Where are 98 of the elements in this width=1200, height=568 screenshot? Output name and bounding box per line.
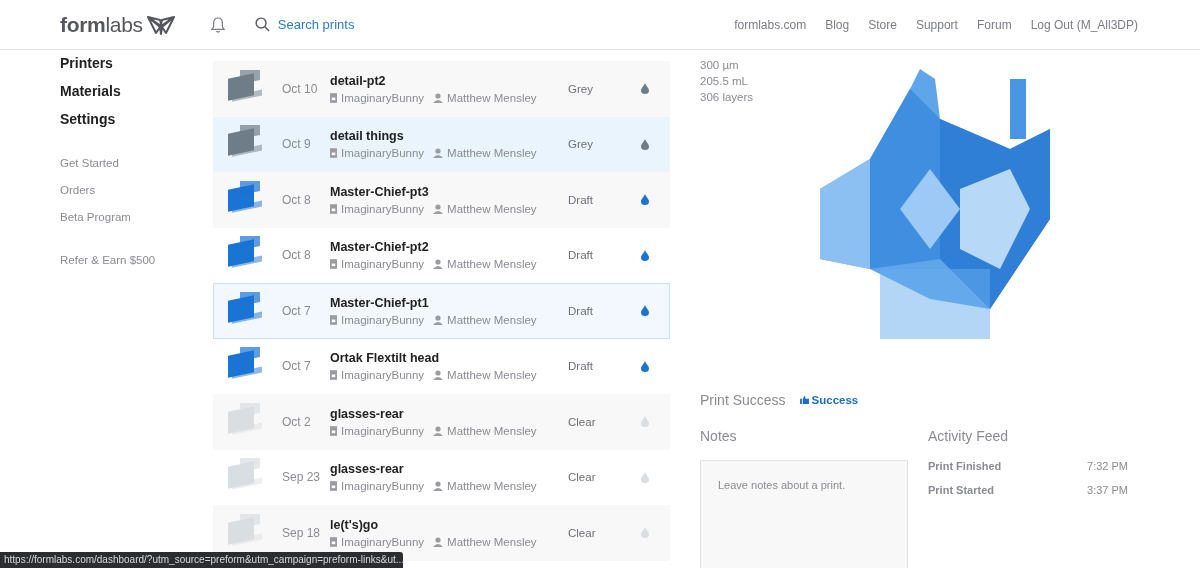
- print-name: le(t's)go: [330, 517, 380, 532]
- nav-link[interactable]: Blog: [825, 17, 850, 32]
- nav-link[interactable]: Log Out (M_All3DP): [1030, 17, 1138, 32]
- butterfly-logo-icon: [146, 14, 175, 35]
- user-name: Matthew Mensley: [447, 202, 537, 215]
- user-name: Matthew Mensley: [447, 424, 537, 437]
- printer-name: ImaginaryBunny: [341, 147, 425, 160]
- print-stat: 300 µm: [700, 58, 740, 73]
- print-name: Master-Chief-pt3: [330, 184, 430, 199]
- sidebar-link[interactable]: Materials: [60, 82, 121, 100]
- print-row[interactable]: Oct 7 Master-Chief-pt1 ImaginaryBunny Matthew Mensley Draft: [213, 283, 670, 339]
- person-icon: [433, 259, 444, 270]
- print-row[interactable]: Oct 8 Master-Chief-pt3 ImaginaryBunny Matthew Mensley Draft: [213, 172, 670, 228]
- notes-field[interactable]: Leave notes about a print.: [700, 460, 908, 568]
- logo-wordmark[interactable]: formlabs: [60, 12, 143, 37]
- print-date: Oct 2: [282, 414, 312, 429]
- printer-name: ImaginaryBunny: [341, 369, 425, 382]
- resin-name: Grey: [568, 82, 594, 95]
- printer-icon: [330, 203, 337, 214]
- nav-link[interactable]: Forum: [976, 17, 1012, 32]
- print-row[interactable]: Oct 10 detail-pt2 ImaginaryBunny Matthew Mensley Grey: [213, 61, 670, 117]
- resin-name: Draft: [568, 304, 594, 317]
- print-date: Oct 10: [282, 81, 319, 96]
- printer-icon: [330, 259, 337, 270]
- person-icon: [433, 425, 444, 436]
- notes-title: Notes: [700, 428, 738, 444]
- print-name: Ortak Flextilt head: [330, 351, 441, 366]
- person-icon: [433, 314, 444, 325]
- print-name: detail-pt2: [330, 73, 387, 88]
- printer-name: ImaginaryBunny: [341, 480, 425, 493]
- nav-link[interactable]: Store: [868, 17, 897, 32]
- printer-name: ImaginaryBunny: [341, 424, 425, 437]
- resin-name: Draft: [568, 360, 594, 373]
- sidebar-link[interactable]: Settings: [60, 110, 116, 128]
- person-icon: [433, 148, 444, 159]
- printer-name: ImaginaryBunny: [341, 258, 425, 271]
- user-name: Matthew Mensley: [447, 535, 537, 548]
- resin-name: Clear: [568, 471, 597, 484]
- sidebar-link[interactable]: Orders: [60, 183, 96, 198]
- sidebar-link[interactable]: Printers: [60, 54, 113, 72]
- printer-name: ImaginaryBunny: [341, 202, 425, 215]
- printer-icon: [330, 370, 337, 381]
- printer-icon: [330, 92, 337, 103]
- success-tag[interactable]: Success: [799, 394, 859, 406]
- sidebar-link[interactable]: Get Started: [60, 156, 119, 171]
- person-icon: [433, 481, 444, 492]
- printer-icon: [330, 314, 337, 325]
- print-name: Master-Chief-pt1: [330, 295, 430, 310]
- print-date: Oct 7: [282, 303, 312, 318]
- user-name: Matthew Mensley: [447, 91, 537, 104]
- user-name: Matthew Mensley: [447, 313, 537, 326]
- resin-name: Draft: [568, 193, 594, 206]
- person-icon: [433, 203, 444, 214]
- referral-link[interactable]: Refer & Earn $500: [60, 253, 156, 268]
- resin-name: Draft: [568, 249, 594, 262]
- print-name: glasses-rear: [330, 406, 405, 421]
- nav-link[interactable]: Support: [915, 17, 958, 32]
- thumbs-up-icon: [799, 396, 809, 404]
- activity-event: Print Finished: [928, 460, 1002, 474]
- print-date: Oct 7: [282, 359, 312, 374]
- person-icon: [433, 536, 444, 547]
- nav-link[interactable]: formlabs.com: [734, 17, 807, 32]
- print-row[interactable]: Oct 9 detail things ImaginaryBunny Matthew Mensley Grey: [213, 116, 670, 172]
- sidebar-link[interactable]: Beta Program: [60, 210, 131, 225]
- printer-icon: [330, 481, 337, 492]
- printer-name: ImaginaryBunny: [341, 91, 425, 104]
- print-stat: 205.5 mL: [700, 74, 749, 89]
- user-name: Matthew Mensley: [447, 480, 537, 493]
- printer-icon: [330, 536, 337, 547]
- print-date: Oct 9: [282, 137, 312, 152]
- activity-title: Activity Feed: [928, 428, 1010, 444]
- activity-event: Print Started: [928, 484, 994, 498]
- print-date: Sep 18: [282, 525, 322, 540]
- print-name: glasses-rear: [330, 462, 405, 477]
- print-name: Master-Chief-pt2: [330, 240, 430, 255]
- user-name: Matthew Mensley: [447, 369, 537, 382]
- user-name: Matthew Mensley: [447, 147, 537, 160]
- user-name: Matthew Mensley: [447, 258, 537, 271]
- resin-name: Clear: [568, 415, 597, 428]
- print-stat: 306 layers: [700, 90, 755, 105]
- print-date: Oct 8: [282, 192, 312, 207]
- person-icon: [433, 92, 444, 103]
- person-icon: [433, 370, 444, 381]
- result-label: Print Success: [700, 392, 786, 408]
- printer-name: ImaginaryBunny: [341, 535, 425, 548]
- resin-name: Clear: [568, 526, 597, 539]
- resin-name: Grey: [568, 138, 594, 151]
- bell-icon[interactable]: [210, 16, 225, 33]
- activity-time: 7:32 PM: [1087, 460, 1128, 474]
- print-date: Oct 8: [282, 248, 312, 263]
- search-icon: [254, 17, 270, 32]
- printer-name: ImaginaryBunny: [341, 313, 425, 326]
- printer-icon: [330, 425, 337, 436]
- activity-time: 3:37 PM: [1087, 484, 1128, 498]
- print-row[interactable]: Oct 2 glasses-rear ImaginaryBunny Matthew Mensley Clear: [213, 394, 670, 450]
- print-date: Sep 23: [282, 470, 322, 485]
- print-name: detail things: [330, 129, 405, 144]
- printer-icon: [330, 148, 337, 159]
